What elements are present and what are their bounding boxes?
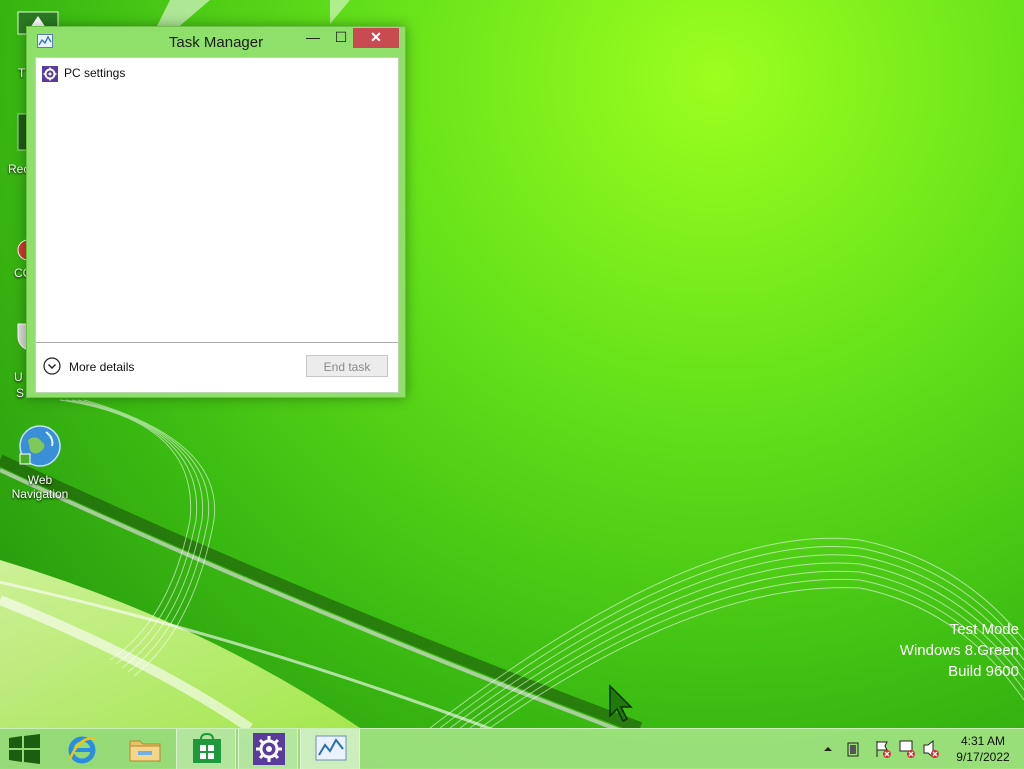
watermark-line: Build 9600 — [948, 663, 1019, 680]
more-details-label: More details — [69, 360, 135, 374]
desktop-icon-partial-label-1: T — [18, 66, 26, 80]
folder-icon — [129, 740, 161, 762]
taskbar-pc-settings[interactable] — [238, 729, 298, 769]
gear-icon — [42, 66, 58, 82]
volume-muted-icon[interactable] — [922, 729, 940, 769]
desktop-icon-web-navigation[interactable]: Web Navigation — [0, 424, 80, 501]
title-bar[interactable]: Task Manager — ☐ ✕ — [27, 27, 405, 57]
taskbar-internet-explorer[interactable] — [52, 729, 112, 769]
internet-explorer-icon — [68, 736, 97, 764]
clock-date: 9/17/2022 — [956, 750, 1010, 764]
app-list: PC settings — [36, 58, 398, 342]
taskbar: 4:31 AM 9/17/2022 — [0, 728, 1024, 769]
app-name: PC settings — [64, 66, 126, 80]
end-task-button[interactable]: End task — [306, 355, 388, 377]
taskbar-store[interactable] — [176, 729, 236, 769]
footer: More details End task — [36, 343, 398, 392]
list-item[interactable]: PC settings — [36, 62, 398, 84]
windows-logo-icon — [9, 734, 40, 764]
taskbar-task-manager[interactable] — [300, 729, 360, 769]
battery-icon[interactable] — [846, 729, 860, 769]
maximize-button[interactable]: ☐ — [327, 28, 355, 48]
globe-icon — [19, 425, 61, 467]
network-error-icon[interactable] — [898, 729, 916, 769]
desktop-icon-label: Web — [27, 473, 53, 487]
clock-time: 4:31 AM — [960, 734, 1006, 748]
taskbar-file-explorer[interactable] — [114, 729, 174, 769]
desktop-icon-partial-label-5: S — [16, 386, 25, 400]
gear-icon — [253, 733, 285, 765]
system-tray — [818, 729, 948, 769]
store-icon — [193, 733, 221, 763]
task-manager-content: PC settings More details End task — [35, 57, 399, 393]
test-mode-watermark: Test Mode Windows 8.Green Build 9600 — [900, 619, 1019, 682]
taskbar-clock[interactable]: 4:31 AM 9/17/2022 — [948, 733, 1018, 765]
close-button[interactable]: ✕ — [353, 28, 399, 48]
show-hidden-icons-arrow-icon[interactable] — [822, 729, 834, 769]
action-center-flag-icon[interactable] — [874, 729, 892, 769]
task-manager-icon — [315, 735, 347, 761]
chevron-down-icon — [43, 357, 61, 375]
start-button[interactable] — [0, 729, 60, 769]
watermark-line: Test Mode — [949, 621, 1019, 638]
minimize-button[interactable]: — — [299, 28, 327, 48]
watermark-line: Windows 8.Green — [899, 642, 1019, 659]
desktop-icon-partial-label-4: U — [14, 370, 23, 384]
task-manager-window: Task Manager — ☐ ✕ PC settings More deta… — [26, 26, 406, 398]
desktop-icon-label: Navigation — [11, 487, 69, 501]
